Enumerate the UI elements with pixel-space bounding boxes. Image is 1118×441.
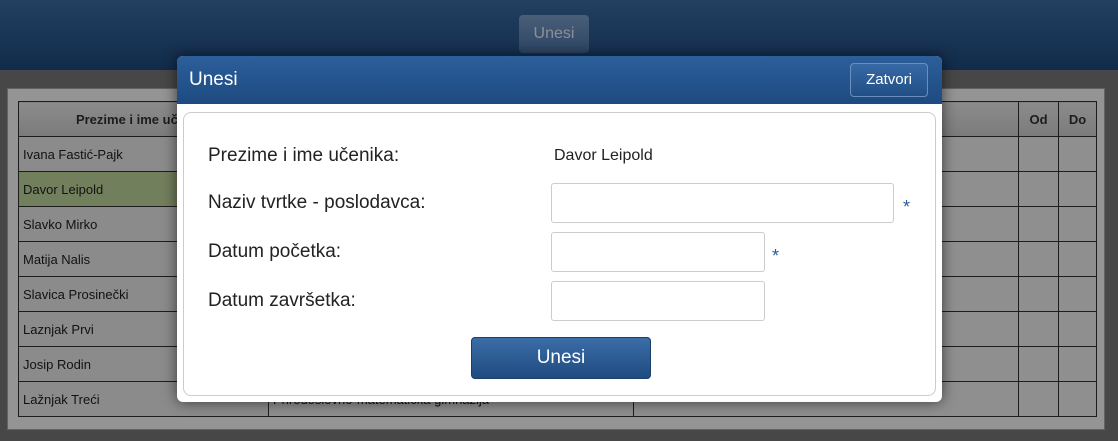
submit-button[interactable]: Unesi (471, 337, 651, 379)
start-date-input[interactable] (551, 232, 765, 272)
end-date-input[interactable] (551, 281, 765, 321)
entry-dialog: Unesi Zatvori Prezime i ime učenika: Dav… (177, 56, 942, 402)
close-button[interactable]: Zatvori (850, 63, 928, 97)
employer-label: Naziv tvrtke - poslodavca: (208, 192, 426, 213)
start-date-required-mark: * (772, 246, 780, 266)
dialog-title: Unesi (189, 69, 238, 90)
dialog-header: Unesi Zatvori (177, 56, 942, 104)
employer-input[interactable] (551, 183, 894, 223)
employer-required-mark: * (903, 197, 911, 217)
student-name-value: Davor Leipold (554, 147, 653, 164)
start-date-label: Datum početka: (208, 241, 342, 262)
end-date-label: Datum završetka: (208, 290, 356, 311)
dialog-body: Prezime i ime učenika: Davor Leipold Naz… (183, 112, 936, 396)
student-name-label: Prezime i ime učenika: (208, 145, 400, 166)
